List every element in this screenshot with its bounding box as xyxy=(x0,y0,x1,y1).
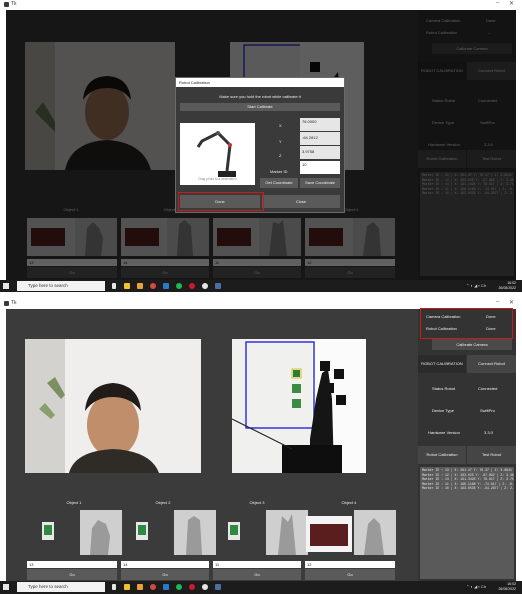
status-robot-label: Status Robot xyxy=(432,386,456,391)
system-tray-icons: ⌃ ◐ ◢ ▪ Ch xyxy=(466,283,486,288)
window-title: Tk xyxy=(11,300,17,306)
device-type-value: SwiftPro xyxy=(480,408,495,413)
object-2-go-button[interactable]: Go xyxy=(121,569,209,580)
chrome-icon[interactable] xyxy=(150,584,156,590)
file-explorer-icon[interactable] xyxy=(124,584,130,590)
taskbar-search[interactable]: Type here to search xyxy=(17,281,105,291)
marker-id-field[interactable]: 10 xyxy=(300,161,340,174)
robot-arm-drawing: Drag photo to a destination xyxy=(180,123,255,185)
get-coordinate-button[interactable]: Get Coordinate xyxy=(260,178,298,188)
robot-arm-image xyxy=(232,339,366,473)
task-view-icon[interactable] xyxy=(112,283,116,289)
spotify-icon[interactable] xyxy=(176,584,182,590)
object-3-thumbnails xyxy=(228,510,308,555)
dialog-title: Robot Calibration xyxy=(176,78,344,87)
hardware-version-label: Hardware Version xyxy=(428,430,460,435)
z-label: Z xyxy=(279,153,282,158)
object-3-field[interactable]: 11 xyxy=(213,561,301,568)
object-2-label: Object 2 xyxy=(155,500,171,505)
screenshot-bottom: Tk – ✕ Object 1 Object 2 Object 3 Object… xyxy=(0,299,522,594)
taskbar-search[interactable]: Type here to search xyxy=(17,582,105,592)
app-icon-2[interactable] xyxy=(137,584,143,590)
save-coordinate-button[interactable]: Save Coordinate xyxy=(300,178,340,188)
close-button[interactable]: ✕ xyxy=(509,299,514,306)
minimize-button[interactable]: – xyxy=(496,299,499,305)
object-4-go-button[interactable]: Go xyxy=(305,569,395,580)
windows-start-icon[interactable] xyxy=(3,584,9,590)
taskbar-clock[interactable]: 16:02 26/08/2022 xyxy=(498,281,516,290)
app-icon-7[interactable] xyxy=(202,283,208,289)
clock-date: 26/08/2022 xyxy=(498,285,516,290)
calibrate-camera-button[interactable]: Calibrate Camera xyxy=(432,339,512,350)
object-1-field[interactable]: 13 xyxy=(27,561,117,568)
app-body: Object 1 Object 2 Object 3 Object 4 13 1… xyxy=(6,309,516,581)
spotify-icon[interactable] xyxy=(176,283,182,289)
file-explorer-icon[interactable] xyxy=(124,283,130,289)
close-dialog-button[interactable]: Close xyxy=(262,195,340,208)
python-app-icon[interactable] xyxy=(215,584,221,590)
object-4-field[interactable]: 12 xyxy=(305,561,395,568)
app-icon xyxy=(4,301,9,306)
object-1-thumbnails xyxy=(42,510,122,555)
person-image xyxy=(25,339,201,473)
taskbar-clock[interactable]: 16:02 26/08/2022 xyxy=(498,582,516,591)
calibration-status-highlight xyxy=(420,308,513,339)
object-3-label: Object 3 xyxy=(249,500,265,505)
object-1-go-button[interactable]: Go xyxy=(27,569,117,580)
marker-id-label: Marker ID xyxy=(270,169,288,174)
image-caption: Drag photo to a destination xyxy=(198,177,237,181)
windows-start-icon[interactable] xyxy=(3,283,9,289)
app-icon-2[interactable] xyxy=(137,283,143,289)
object-3-go-button[interactable]: Go xyxy=(213,569,301,580)
object-4-thumbnails xyxy=(306,510,396,555)
close-button[interactable]: ✕ xyxy=(509,0,514,7)
taskbar: Type here to search ⌃ ◐ ◢ ▪ Ch 16:02 26/0… xyxy=(0,280,522,292)
sidebar: Camera Calibration Done Robot Calibratio… xyxy=(418,309,516,581)
object-2-field[interactable]: 14 xyxy=(121,561,209,568)
robot-arm-illustration xyxy=(196,131,236,177)
app-icon xyxy=(4,2,9,7)
task-view-icon[interactable] xyxy=(112,584,116,590)
status-robot-value: Connected xyxy=(478,386,498,391)
coordinate-log: Marker ID : 13 | X: 281.47 Y: 76.37 | Z:… xyxy=(420,467,514,579)
opera-icon[interactable] xyxy=(189,584,195,590)
opera-icon[interactable] xyxy=(189,283,195,289)
robot-calibration-button[interactable]: Robot Calibration xyxy=(418,446,466,464)
x-label: X xyxy=(279,123,282,128)
vscode-icon[interactable] xyxy=(163,584,169,590)
robot-calibration-tab[interactable]: ROBOT CALIBRATION xyxy=(418,355,466,373)
taskbar: Type here to search ⌃ ◐ ◢ ▪ Ch 16:02 26/0… xyxy=(0,581,522,594)
test-robot-button[interactable]: Test Robot xyxy=(467,446,516,464)
x-field[interactable]: 76.0000 xyxy=(300,118,340,131)
window-title: Tk xyxy=(11,1,17,7)
dialog-instruction: Make sure you hold the robot while calib… xyxy=(219,94,301,99)
z-field[interactable]: 3.9758 xyxy=(300,146,340,159)
chrome-icon[interactable] xyxy=(150,283,156,289)
screenshot-top: Tk – ✕ Robot Calibration Make sure you h… xyxy=(0,0,522,292)
y-field[interactable]: -64.2812 xyxy=(300,132,340,145)
clock-date: 26/08/2022 xyxy=(498,586,516,591)
hardware-version-value: 3.3.0 xyxy=(484,430,493,435)
y-label: Y xyxy=(279,139,282,144)
done-highlight xyxy=(178,192,264,211)
object-2-thumbnails xyxy=(136,510,216,555)
system-tray-icons: ⌃ ◐ ◢ ▪ Ch xyxy=(466,584,486,589)
minimize-button[interactable]: – xyxy=(496,0,499,6)
start-calibrate-button[interactable]: Start Calibrate xyxy=(180,103,340,111)
python-app-icon[interactable] xyxy=(215,283,221,289)
window-titlebar: Tk – ✕ xyxy=(0,0,522,10)
camera-feed-left xyxy=(25,339,201,473)
camera-feed-right xyxy=(232,339,366,473)
object-1-label: Object 1 xyxy=(66,500,82,505)
object-4-label: Object 4 xyxy=(341,500,357,505)
connect-robot-button[interactable]: Connect Robot xyxy=(467,355,516,373)
vscode-icon[interactable] xyxy=(163,283,169,289)
app-icon-7[interactable] xyxy=(202,584,208,590)
device-type-label: Device Type xyxy=(432,408,454,413)
